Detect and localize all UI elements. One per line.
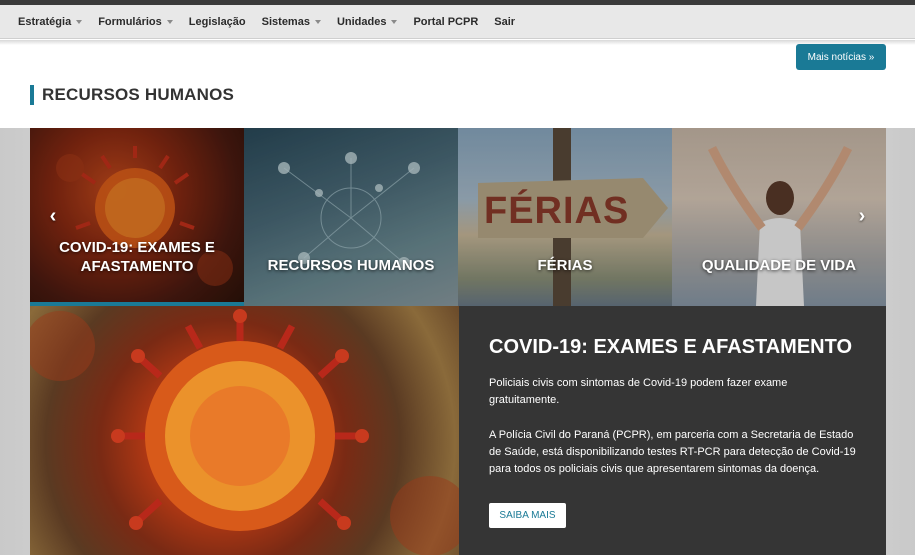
nav-item-unidades[interactable]: Unidades xyxy=(337,16,398,28)
caret-down-icon xyxy=(166,20,173,24)
caret-down-icon xyxy=(314,20,321,24)
carousel-prev-icon[interactable]: ‹ xyxy=(46,205,60,227)
nav-item-sistemas[interactable]: Sistemas xyxy=(262,16,321,28)
tab-overlay xyxy=(458,128,672,306)
nav-list: Estratégia Formulários Legislação Sistem… xyxy=(18,5,531,39)
carousel-next-icon[interactable]: › xyxy=(855,205,869,227)
caret-down-icon xyxy=(391,20,398,24)
feature-title: COVID-19: EXAMES E AFASTAMENTO xyxy=(489,336,853,358)
tab-qualidade-de-vida[interactable]: QUALIDADE DE VIDA xyxy=(672,128,886,306)
nav-item-label: Sistemas xyxy=(261,16,310,28)
tab-overlay xyxy=(30,128,244,306)
feature-image xyxy=(30,306,459,555)
section-title: RECURSOS HUMANOS xyxy=(42,85,235,104)
nav-item-estrategia[interactable]: Estratégia xyxy=(18,16,83,28)
nav-item-legislacao[interactable]: Legislação xyxy=(189,16,246,28)
tab-overlay xyxy=(672,128,886,306)
tab-covid[interactable]: COVID-19: EXAMES E AFASTAMENTO xyxy=(30,128,244,306)
nav-item-label: Formulários xyxy=(98,16,162,28)
virus-illustration xyxy=(30,309,459,555)
nav-item-label: Estratégia xyxy=(18,16,72,28)
nav-shadow xyxy=(0,40,915,45)
caret-down-icon xyxy=(76,20,83,24)
tab-overlay xyxy=(244,128,458,306)
feature-paragraph-1: Policiais civis com sintomas de Covid-19… xyxy=(489,377,788,406)
saiba-mais-button[interactable]: SAIBA MAIS xyxy=(489,503,566,528)
feature-paragraph-2: A Polícia Civil do Paraná (PCPR), em par… xyxy=(489,429,856,475)
nav-item-label: Sair xyxy=(494,16,516,28)
nav-item-label: Unidades xyxy=(336,16,387,28)
tab-label: QUALIDADE DE VIDA xyxy=(701,257,857,274)
nav-item-label: Legislação xyxy=(188,16,246,28)
nav-item-formularios[interactable]: Formulários xyxy=(98,16,173,28)
tab-recursos-humanos[interactable]: RECURSOS HUMANOS xyxy=(244,128,458,306)
tab-label: COVID-19: EXAMES E AFASTAMENTO xyxy=(59,239,215,275)
nav-item-sair[interactable]: Sair xyxy=(494,16,515,28)
tab-ferias[interactable]: FÉRIAS FÉRIAS xyxy=(458,128,672,306)
main-navbar: Estratégia Formulários Legislação Sistem… xyxy=(0,5,915,43)
more-news-button[interactable]: Mais notícias » xyxy=(796,44,886,70)
tab-label: RECURSOS HUMANOS xyxy=(267,257,435,274)
nav-item-portal-pcpr[interactable]: Portal PCPR xyxy=(413,16,478,28)
feature-panel: COVID-19: EXAMES E AFASTAMENTO Policiais… xyxy=(459,306,886,555)
section-title-accent xyxy=(30,85,34,105)
tab-label: FÉRIAS xyxy=(537,257,593,274)
carousel-tabs: COVID-19: EXAMES E AFASTAMENTO RECURSOS … xyxy=(30,128,886,306)
nav-item-label: Portal PCPR xyxy=(413,16,479,28)
